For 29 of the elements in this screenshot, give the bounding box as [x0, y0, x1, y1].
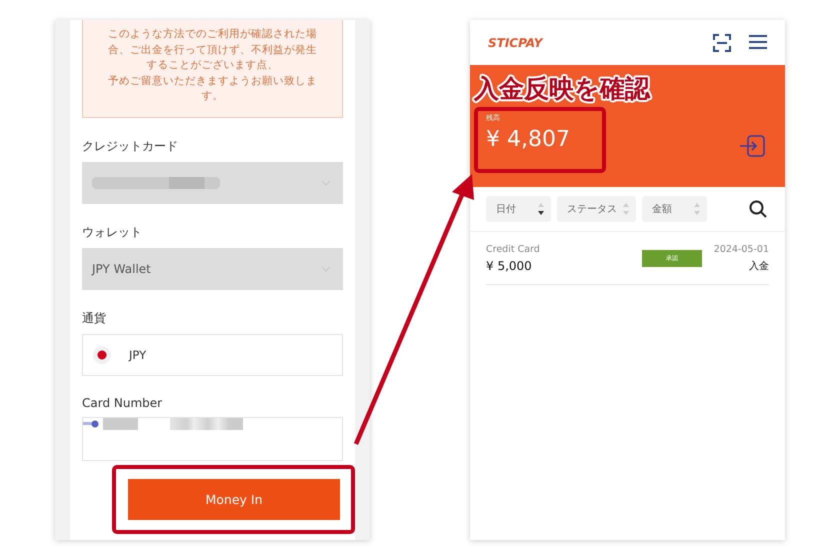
filter-select[interactable]: 日付 — [486, 196, 551, 222]
warning-notice: このような方法でのご利用が確認された場 合、ご出金を行って頂けず、不利益が発生 することがございます点、 予めご留意いただきますようお願い致しま す。 — [82, 20, 343, 118]
menu-icon[interactable] — [749, 34, 767, 50]
transaction-date: 2024-05-01 — [714, 244, 769, 255]
logo: STICPAY — [488, 36, 542, 50]
select-field[interactable]: JPY Wallet — [82, 248, 343, 290]
filter-select[interactable]: ステータス — [557, 196, 636, 222]
search-icon[interactable] — [749, 200, 767, 218]
balance-amount: ¥ 4,807 — [486, 127, 571, 152]
field-label: Card Number — [82, 396, 164, 410]
payment-method: Credit Card — [486, 244, 541, 255]
card-number-field[interactable] — [82, 416, 343, 460]
deposit-icon[interactable] — [739, 135, 765, 157]
field-label: ウォレット — [82, 224, 143, 240]
field-label: クレジットカード — [82, 138, 179, 154]
currency-field[interactable]: JPY — [82, 334, 343, 376]
filter-select[interactable]: 金額 — [642, 196, 707, 222]
transaction-type: 入金 — [749, 260, 769, 273]
sort-icon — [694, 202, 700, 216]
field-label: 通貨 — [82, 310, 107, 326]
sort-icon — [623, 202, 629, 216]
transaction-amount: ¥ 5,000 — [486, 259, 533, 273]
annotation-caption: 入金反映を確認 — [474, 73, 652, 105]
sort-icon — [538, 202, 544, 216]
select-field[interactable] — [82, 162, 343, 204]
money-in-button[interactable]: Money In — [128, 478, 340, 520]
flag-icon — [93, 346, 111, 364]
card-icon — [83, 420, 99, 428]
scan-icon[interactable] — [713, 34, 731, 52]
